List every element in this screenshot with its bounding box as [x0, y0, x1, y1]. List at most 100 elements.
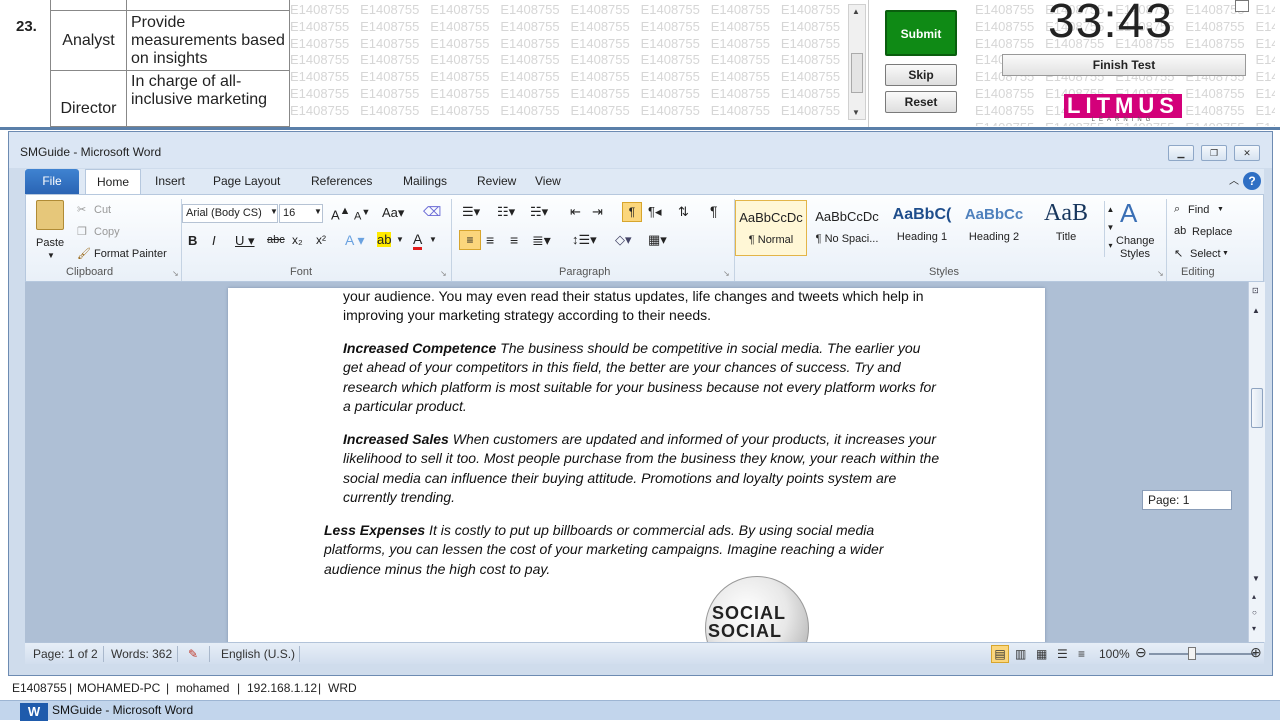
style-heading-2[interactable]: AaBbCc Heading 2: [958, 200, 1030, 256]
decrease-indent-icon[interactable]: ⇤: [570, 204, 581, 220]
style-title[interactable]: AaB Title: [1030, 200, 1102, 256]
outline-icon[interactable]: ☰: [1057, 647, 1068, 661]
italic-icon[interactable]: I: [212, 233, 216, 248]
borders-icon[interactable]: ▦▾: [648, 232, 667, 248]
tab-references[interactable]: References: [301, 169, 382, 194]
ruler-toggle-icon[interactable]: ⊡: [1252, 286, 1259, 295]
social-globe-image[interactable]: SOCIAL SOCIAL: [705, 576, 809, 642]
sort-icon[interactable]: ⇅: [678, 204, 689, 220]
question-scrollbar[interactable]: ▲ ▼: [848, 4, 866, 120]
skip-button[interactable]: Skip: [885, 64, 957, 86]
close-icon[interactable]: [1235, 0, 1249, 12]
increase-indent-icon[interactable]: ⇥: [592, 204, 603, 220]
chevron-down-icon[interactable]: ▼: [47, 251, 55, 260]
ltr-icon[interactable]: ¶: [622, 202, 642, 222]
scroll-thumb[interactable]: [851, 53, 863, 93]
style-heading-1[interactable]: AaBbC( Heading 1: [886, 200, 958, 256]
style-no-spacing[interactable]: AaBbCcDc ¶ No Spaci...: [811, 200, 883, 256]
dialog-launcher-icon[interactable]: ↘: [723, 269, 730, 278]
minimize-icon[interactable]: ▁: [1168, 145, 1194, 161]
zoom-slider-knob[interactable]: [1188, 647, 1196, 660]
proofing-icon[interactable]: ✎: [188, 647, 198, 661]
page-count[interactable]: Page: 1 of 2: [33, 647, 98, 661]
zoom-out-icon[interactable]: ⊖: [1135, 644, 1147, 661]
chevron-down-icon[interactable]: ▼: [396, 235, 404, 244]
find-button[interactable]: Find: [1188, 204, 1209, 216]
word-count[interactable]: Words: 362: [111, 647, 172, 661]
chevron-down-icon[interactable]: ▼: [429, 235, 437, 244]
align-right-icon[interactable]: ≡: [510, 232, 518, 248]
rtl-icon[interactable]: ¶◂: [648, 204, 662, 220]
numbering-icon[interactable]: ☷▾: [497, 204, 515, 220]
tab-mailings[interactable]: Mailings: [393, 169, 457, 194]
scroll-down-icon[interactable]: ▼: [852, 108, 860, 117]
scroll-thumb[interactable]: [1251, 388, 1263, 428]
align-left-icon[interactable]: ≡: [459, 230, 481, 250]
tab-file[interactable]: File: [25, 169, 79, 194]
chevron-down-icon[interactable]: ▼: [1217, 206, 1224, 213]
subscript-icon[interactable]: x₂: [292, 233, 303, 247]
select-button[interactable]: Select: [1190, 248, 1221, 260]
bold-icon[interactable]: B: [188, 233, 197, 248]
shading-icon[interactable]: ◇▾: [615, 232, 632, 248]
bullets-icon[interactable]: ☰▾: [462, 204, 480, 220]
language[interactable]: English (U.S.): [221, 647, 295, 661]
change-styles-button[interactable]: Change Styles: [1116, 235, 1155, 261]
format-painter-button[interactable]: Format Painter: [94, 248, 167, 260]
highlight-icon[interactable]: ab: [377, 232, 392, 247]
help-icon[interactable]: ?: [1243, 172, 1261, 190]
underline-icon[interactable]: U ▾: [235, 233, 255, 249]
font-color-icon[interactable]: A: [413, 231, 423, 250]
scroll-up-icon[interactable]: ▲: [852, 7, 860, 16]
paste-icon[interactable]: [36, 200, 64, 230]
taskbar-item-word[interactable]: SMGuide - Microsoft Word: [16, 703, 193, 717]
change-case-icon[interactable]: Aa▾: [382, 205, 404, 221]
style-normal[interactable]: AaBbCcDc ¶ Normal: [735, 200, 807, 256]
cut-button[interactable]: Cut: [94, 204, 111, 216]
multilevel-list-icon[interactable]: ☵▾: [530, 204, 548, 220]
superscript-icon[interactable]: x²: [316, 233, 326, 247]
justify-icon[interactable]: ≣▾: [532, 232, 551, 249]
copy-button[interactable]: Copy: [94, 226, 120, 238]
draft-icon[interactable]: ≡: [1078, 647, 1085, 661]
submit-button[interactable]: Submit: [885, 10, 957, 56]
reset-button[interactable]: Reset: [885, 91, 957, 113]
tab-view[interactable]: View: [525, 169, 571, 194]
tab-insert[interactable]: Insert: [145, 169, 195, 194]
text-effects-icon[interactable]: A ▾: [345, 232, 364, 249]
scroll-up-icon[interactable]: ▲: [1252, 306, 1260, 315]
document-page[interactable]: your audience. You may even read their s…: [228, 288, 1045, 642]
shrink-font-icon[interactable]: A▼: [354, 207, 370, 223]
tab-home[interactable]: Home: [85, 169, 141, 194]
restore-icon[interactable]: ❐: [1201, 145, 1227, 161]
font-name-box[interactable]: Arial (Body CS): [182, 204, 278, 223]
next-page-icon[interactable]: ▾: [1252, 624, 1256, 633]
replace-button[interactable]: Replace: [1192, 226, 1232, 238]
full-screen-reading-icon[interactable]: ▥: [1015, 647, 1026, 661]
dialog-launcher-icon[interactable]: ↘: [440, 269, 447, 278]
tab-review[interactable]: Review: [467, 169, 526, 194]
zoom-slider[interactable]: [1149, 653, 1255, 655]
chevron-down-icon[interactable]: ▼: [314, 207, 322, 216]
finish-test-button[interactable]: Finish Test: [1002, 54, 1246, 76]
select-browse-object-icon[interactable]: ○: [1252, 608, 1257, 617]
title-bar[interactable]: SMGuide - Microsoft Word ▁ ❐ ✕: [9, 132, 1272, 168]
vertical-scrollbar[interactable]: ⊡ ▲ ▼ ▴ ○ ▾: [1248, 282, 1265, 642]
grow-font-icon[interactable]: A▲: [331, 205, 350, 222]
align-center-icon[interactable]: ≡: [486, 232, 494, 248]
chevron-down-icon[interactable]: ▼: [1222, 250, 1229, 257]
paste-button[interactable]: Paste: [36, 237, 64, 249]
tab-page-layout[interactable]: Page Layout: [203, 169, 290, 194]
zoom-in-icon[interactable]: ⊕: [1250, 644, 1262, 661]
zoom-level[interactable]: 100%: [1099, 647, 1130, 661]
line-spacing-icon[interactable]: ↕☰▾: [572, 232, 597, 248]
close-window-icon[interactable]: ✕: [1234, 145, 1260, 161]
previous-page-icon[interactable]: ▴: [1252, 592, 1256, 601]
print-layout-icon[interactable]: ▤: [991, 645, 1009, 663]
strikethrough-icon[interactable]: abc: [267, 234, 285, 246]
styles-scroll[interactable]: ▲ ▼ ▾: [1104, 201, 1116, 257]
scroll-down-icon[interactable]: ▼: [1252, 574, 1260, 583]
show-marks-icon[interactable]: ¶: [710, 203, 718, 219]
clear-formatting-icon[interactable]: ⌫: [423, 204, 441, 220]
dialog-launcher-icon[interactable]: ↘: [1157, 269, 1164, 278]
